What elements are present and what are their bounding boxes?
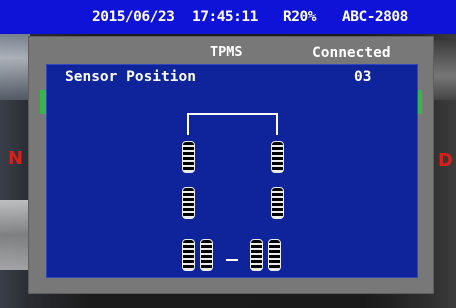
frame-top — [187, 113, 278, 115]
status-bar: 2015/06/23 17:45:11 R20% ABC-2808 — [0, 0, 456, 34]
tire-icon[interactable] — [182, 239, 195, 271]
connection-status: Connected — [312, 45, 391, 61]
sensor-panel: Sensor Position 03 — [46, 64, 418, 278]
tire-icon[interactable] — [271, 141, 284, 173]
background-text-right: D — [438, 150, 453, 171]
tire-icon[interactable] — [200, 239, 213, 271]
sensor-position-label: Sensor Position — [65, 69, 196, 85]
camera-feed-left-top — [0, 30, 30, 100]
status-date: 2015/06/23 — [92, 9, 175, 25]
status-recording: R20% — [283, 9, 316, 25]
frame-right — [276, 113, 278, 135]
status-time: 17:45:11 — [192, 9, 258, 25]
tire-icon[interactable] — [182, 187, 195, 219]
tire-icon[interactable] — [271, 187, 284, 219]
tire-icon[interactable] — [268, 239, 281, 271]
camera-feed-left-bottom — [0, 200, 30, 270]
status-plate: ABC-2808 — [342, 9, 408, 25]
dialog-title: TPMS — [210, 44, 243, 60]
selected-position-indicator — [226, 259, 238, 261]
tpms-dialog: TPMS Connected Sensor Position 03 — [28, 36, 434, 294]
tire-icon[interactable] — [182, 141, 195, 173]
background-text-left: N — [8, 148, 24, 169]
sensor-position-value[interactable]: 03 — [354, 69, 371, 85]
tire-icon[interactable] — [250, 239, 263, 271]
frame-left — [187, 113, 189, 135]
